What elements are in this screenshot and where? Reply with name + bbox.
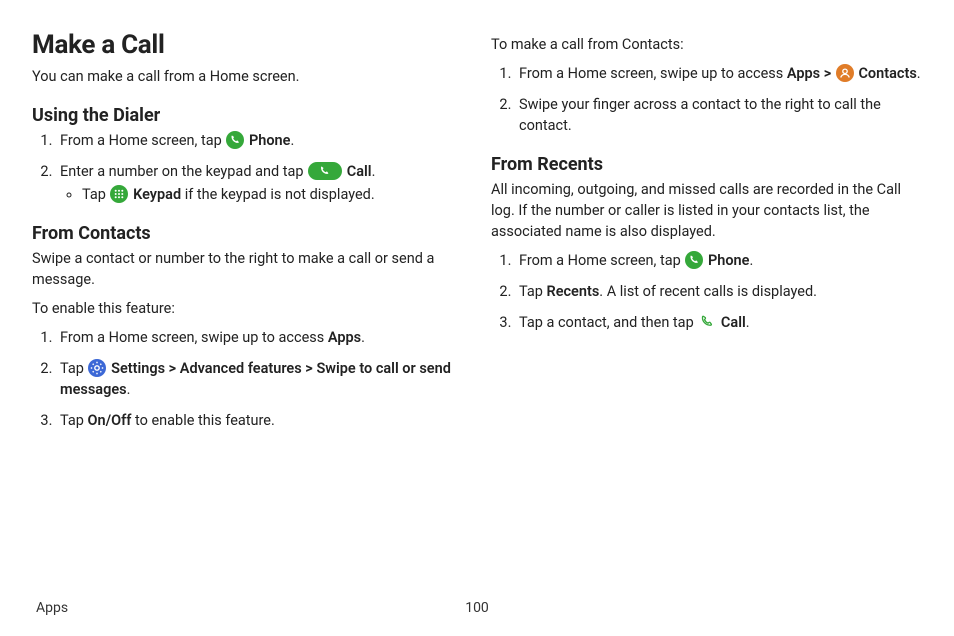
page-number: 100 (465, 600, 489, 616)
list-item: From a Home screen, swipe up to access A… (56, 327, 463, 348)
recents-heading: From Recents (491, 154, 922, 175)
list-item: Tap On/Off to enable this feature. (56, 410, 463, 431)
text: . (361, 329, 365, 346)
text: . (290, 132, 294, 149)
list-item: Tap Keypad if the keypad is not displaye… (82, 184, 463, 205)
recents-label: Recents (546, 283, 599, 300)
right-lead: To make a call from Contacts: (491, 34, 922, 55)
call-icon (698, 313, 716, 331)
left-column: Make a Call You can make a call from a H… (32, 30, 463, 441)
arrow: > (302, 360, 317, 377)
text: . A list of recent calls is displayed. (599, 283, 817, 300)
text: Tap (519, 283, 546, 300)
dialer-heading: Using the Dialer (32, 105, 463, 126)
onoff-label: On/Off (87, 412, 131, 429)
contacts-heading: From Contacts (32, 223, 463, 244)
contacts-steps: From a Home screen, swipe up to access A… (32, 327, 463, 431)
text: Enter a number on the keypad and tap (60, 163, 307, 180)
intro-text: You can make a call from a Home screen. (32, 66, 463, 87)
text: Swipe your finger across a contact to th… (519, 96, 881, 134)
text: Tap (82, 186, 109, 203)
text: . (127, 381, 131, 398)
text: to enable this feature. (131, 412, 274, 429)
arrow: > (820, 65, 835, 82)
apps-label: Apps (328, 329, 361, 346)
list-item: Tap Recents. A list of recent calls is d… (515, 281, 922, 302)
list-item: From a Home screen, tap Phone. (56, 130, 463, 151)
text: From a Home screen, swipe up to access (60, 329, 328, 346)
settings-label: Settings (111, 360, 165, 377)
text: Tap a contact, and then tap (519, 314, 697, 331)
call-label: Call (721, 314, 746, 331)
call-label: Call (347, 163, 372, 180)
contacts-icon (836, 64, 854, 82)
dialer-substeps: Tap Keypad if the keypad is not displaye… (60, 184, 463, 205)
page-title: Make a Call (32, 30, 463, 60)
footer-section: Apps (36, 600, 68, 616)
text: From a Home screen, tap (519, 252, 684, 269)
text: Tap (60, 360, 87, 377)
list-item: Tap a contact, and then tap Call. (515, 312, 922, 333)
dialer-steps: From a Home screen, tap Phone. Enter a n… (32, 130, 463, 205)
right-column: To make a call from Contacts: From a Hom… (491, 30, 922, 441)
apps-label: Apps (787, 65, 820, 82)
list-item: Swipe your finger across a contact to th… (515, 94, 922, 136)
list-item: From a Home screen, swipe up to access A… (515, 63, 922, 84)
advanced-features-label: Advanced features (180, 360, 302, 377)
keypad-label: Keypad (133, 186, 181, 203)
columns: Make a Call You can make a call from a H… (32, 30, 922, 441)
contacts-enable: To enable this feature: (32, 298, 463, 319)
text: if the keypad is not displayed. (181, 186, 375, 203)
call-button-icon (308, 162, 342, 180)
arrow: > (165, 360, 180, 377)
phone-label: Phone (708, 252, 750, 269)
page-footer: Apps 100 (0, 600, 954, 616)
text: . (372, 163, 376, 180)
contacts-label: Contacts (858, 65, 916, 82)
keypad-icon (110, 185, 128, 203)
text: From a Home screen, tap (60, 132, 225, 149)
list-item: From a Home screen, tap Phone. (515, 250, 922, 271)
phone-icon (226, 131, 244, 149)
contacts-intro: Swipe a contact or number to the right t… (32, 248, 463, 290)
text: . (746, 314, 750, 331)
footer-spacer (68, 600, 918, 616)
contacts-call-steps: From a Home screen, swipe up to access A… (491, 63, 922, 136)
phone-label: Phone (249, 132, 291, 149)
settings-icon (88, 359, 106, 377)
recents-intro: All incoming, outgoing, and missed calls… (491, 179, 922, 242)
phone-icon (685, 251, 703, 269)
text: . (917, 65, 921, 82)
text: Tap (60, 412, 87, 429)
list-item: Tap Settings > Advanced features > Swipe… (56, 358, 463, 400)
manual-page: Make a Call You can make a call from a H… (0, 0, 954, 636)
recents-steps: From a Home screen, tap Phone. Tap Recen… (491, 250, 922, 333)
text: . (749, 252, 753, 269)
list-item: Enter a number on the keypad and tap Cal… (56, 161, 463, 205)
text: From a Home screen, swipe up to access (519, 65, 787, 82)
